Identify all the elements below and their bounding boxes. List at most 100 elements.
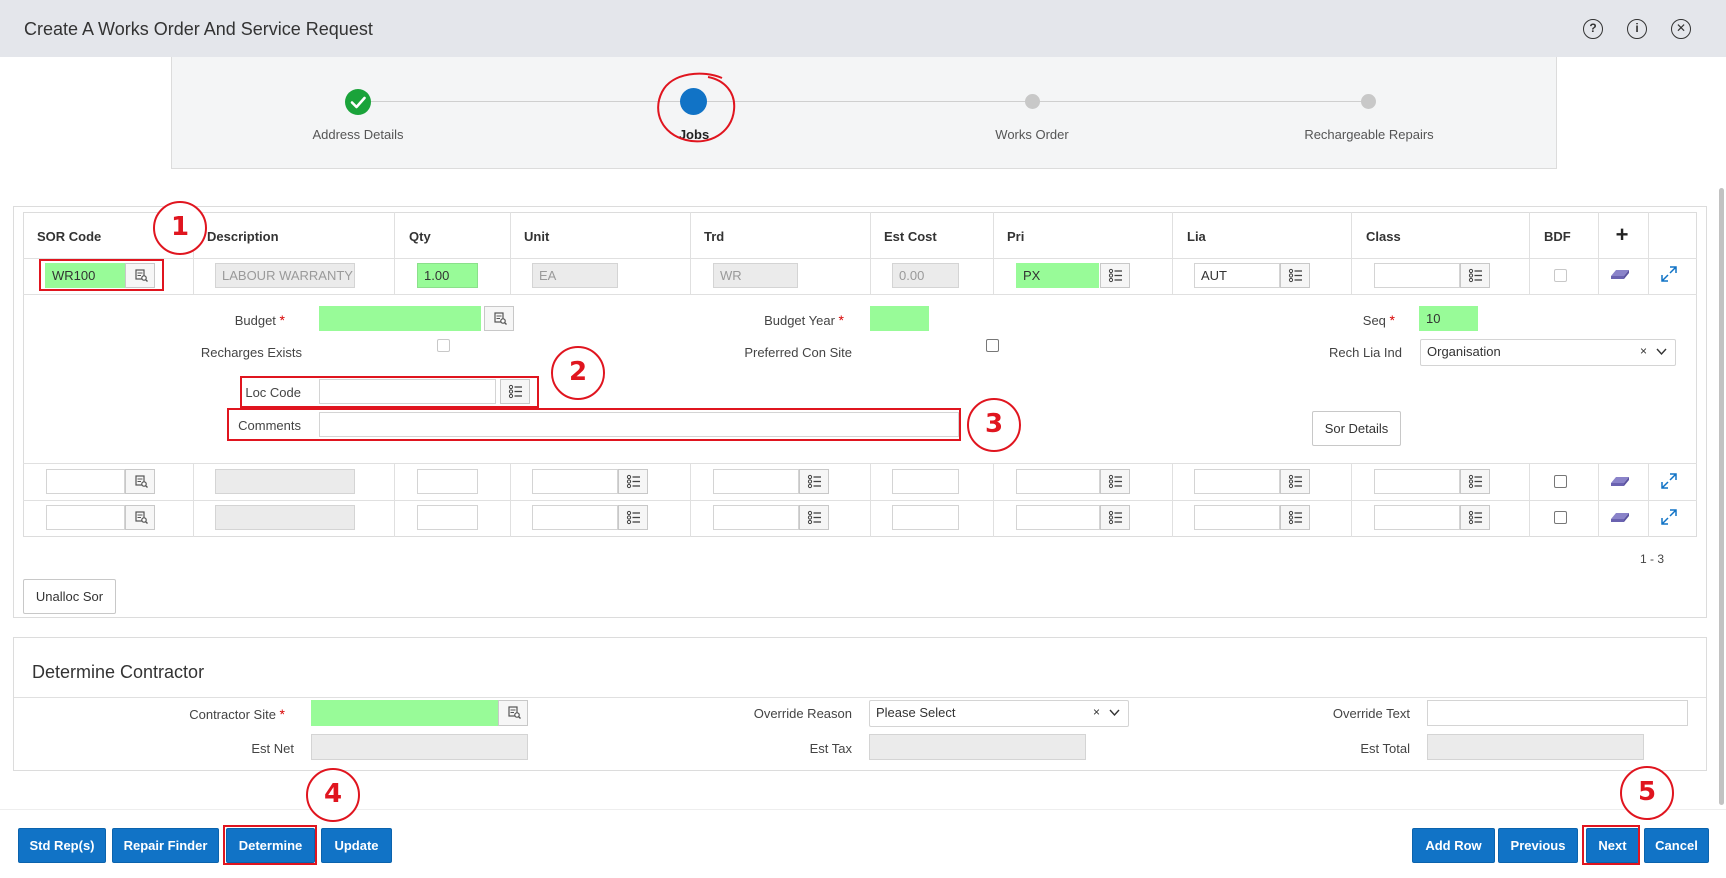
previous-button[interactable]: Previous	[1498, 828, 1578, 863]
pri-list-button[interactable]	[1100, 505, 1130, 530]
clear-x-icon[interactable]: ×	[1640, 344, 1647, 358]
recharges-exists-checkbox[interactable]	[437, 339, 450, 352]
wizard-connector	[1032, 101, 1369, 102]
override-text-input[interactable]	[1427, 700, 1688, 726]
est-cost-input[interactable]	[892, 505, 959, 530]
help-icon[interactable]: ?	[1583, 19, 1603, 39]
lia-list-button[interactable]	[1280, 505, 1310, 530]
col-header-qty[interactable]: Qty	[409, 229, 431, 244]
expand-icon[interactable]	[1660, 265, 1678, 283]
eraser-icon[interactable]	[1610, 509, 1630, 523]
step-label-works-order[interactable]: Works Order	[932, 127, 1132, 142]
preferred-con-site-label: Preferred Con Site	[744, 345, 852, 360]
lia-list-button[interactable]	[1280, 263, 1310, 288]
rech-lia-ind-select[interactable]: Organisation ×	[1420, 339, 1676, 366]
class-list-button[interactable]	[1460, 469, 1490, 494]
unalloc-sor-button[interactable]: Unalloc Sor	[23, 579, 116, 614]
unit-list-button[interactable]	[618, 469, 648, 494]
vertical-scrollbar[interactable]	[1719, 188, 1724, 805]
seq-label: Seq *	[1362, 312, 1395, 328]
cancel-button[interactable]: Cancel	[1644, 828, 1709, 863]
col-header-bdf[interactable]: BDF	[1544, 229, 1571, 244]
col-divider	[993, 212, 994, 259]
pri-list-button[interactable]	[1100, 469, 1130, 494]
override-reason-value: Please Select	[876, 705, 956, 720]
update-button[interactable]: Update	[321, 828, 392, 863]
col-header-lia[interactable]: Lia	[1187, 229, 1206, 244]
add-row-plus-icon[interactable]: +	[1613, 224, 1631, 246]
unit-input[interactable]	[532, 505, 618, 530]
col-header-sor-code[interactable]: SOR Code	[37, 229, 101, 244]
col-header-unit[interactable]: Unit	[524, 229, 549, 244]
repair-finder-button[interactable]: Repair Finder	[112, 828, 219, 863]
col-header-est-cost[interactable]: Est Cost	[884, 229, 937, 244]
std-reps-button[interactable]: Std Rep(s)	[18, 828, 106, 863]
eraser-icon[interactable]	[1610, 266, 1630, 280]
budget-input[interactable]	[319, 306, 481, 331]
sor-details-button[interactable]: Sor Details	[1312, 411, 1401, 446]
class-list-button[interactable]	[1460, 263, 1490, 288]
est-cost-input[interactable]	[892, 469, 959, 494]
qty-input[interactable]: 1.00	[417, 263, 478, 288]
expand-icon[interactable]	[1660, 508, 1678, 526]
col-divider	[690, 212, 691, 259]
step-complete-check-icon[interactable]	[345, 89, 371, 115]
col-header-class[interactable]: Class	[1366, 229, 1401, 244]
jobs-annotation-circle	[657, 72, 736, 143]
class-input[interactable]	[1374, 263, 1460, 288]
lia-input[interactable]	[1194, 505, 1280, 530]
class-input[interactable]	[1374, 469, 1460, 494]
lia-input[interactable]	[1194, 469, 1280, 494]
clear-x-icon[interactable]: ×	[1093, 705, 1100, 719]
trd-list-button[interactable]	[799, 505, 829, 530]
seq-input[interactable]: 10	[1419, 306, 1478, 331]
est-total-field	[1427, 734, 1644, 760]
add-row-button[interactable]: Add Row	[1412, 828, 1495, 863]
col-divider	[394, 258, 395, 294]
unit-input[interactable]	[532, 469, 618, 494]
col-header-pri[interactable]: Pri	[1007, 229, 1024, 244]
lookup-icon	[494, 312, 507, 325]
sor-code-lookup-button[interactable]	[125, 505, 155, 530]
trd-input[interactable]	[713, 469, 799, 494]
class-list-button[interactable]	[1460, 505, 1490, 530]
bdf-checkbox[interactable]	[1554, 269, 1567, 282]
sor-code-lookup-button[interactable]	[125, 469, 155, 494]
sor-code-input[interactable]	[46, 505, 125, 530]
budget-lookup-button[interactable]	[484, 306, 514, 331]
list-icon	[807, 474, 821, 489]
pri-list-button[interactable]	[1100, 263, 1130, 288]
pri-input[interactable]	[1016, 505, 1100, 530]
qty-input[interactable]	[417, 469, 478, 494]
description-field	[215, 505, 355, 530]
override-reason-select[interactable]: Please Select ×	[869, 700, 1129, 727]
pri-input[interactable]: PX	[1016, 263, 1099, 288]
unit-list-button[interactable]	[618, 505, 648, 530]
step-label-rechargeable-repairs[interactable]: Rechargeable Repairs	[1269, 127, 1469, 142]
est-cost-field: 0.00	[892, 263, 959, 288]
lia-list-button[interactable]	[1280, 469, 1310, 494]
contractor-site-input[interactable]	[311, 700, 498, 726]
qty-input[interactable]	[417, 505, 478, 530]
step-pending-dot-icon[interactable]	[1025, 94, 1040, 109]
class-input[interactable]	[1374, 505, 1460, 530]
lia-input[interactable]: AUT	[1194, 263, 1280, 288]
close-icon[interactable]: ✕	[1671, 19, 1691, 39]
callout-marker-1: 1	[153, 201, 207, 255]
budget-year-input[interactable]	[870, 306, 929, 331]
info-icon[interactable]: i	[1627, 19, 1647, 39]
pri-input[interactable]	[1016, 469, 1100, 494]
step-pending-dot-icon[interactable]	[1361, 94, 1376, 109]
trd-list-button[interactable]	[799, 469, 829, 494]
eraser-icon[interactable]	[1610, 473, 1630, 487]
trd-input[interactable]	[713, 505, 799, 530]
col-header-description[interactable]: Description	[207, 229, 279, 244]
preferred-con-site-checkbox[interactable]	[986, 339, 999, 352]
expand-icon[interactable]	[1660, 472, 1678, 490]
bdf-checkbox[interactable]	[1554, 511, 1567, 524]
bdf-checkbox[interactable]	[1554, 475, 1567, 488]
sor-code-input[interactable]	[46, 469, 125, 494]
col-header-trd[interactable]: Trd	[704, 229, 724, 244]
contractor-site-lookup-button[interactable]	[498, 700, 528, 726]
step-label-address-details[interactable]: Address Details	[258, 127, 458, 142]
